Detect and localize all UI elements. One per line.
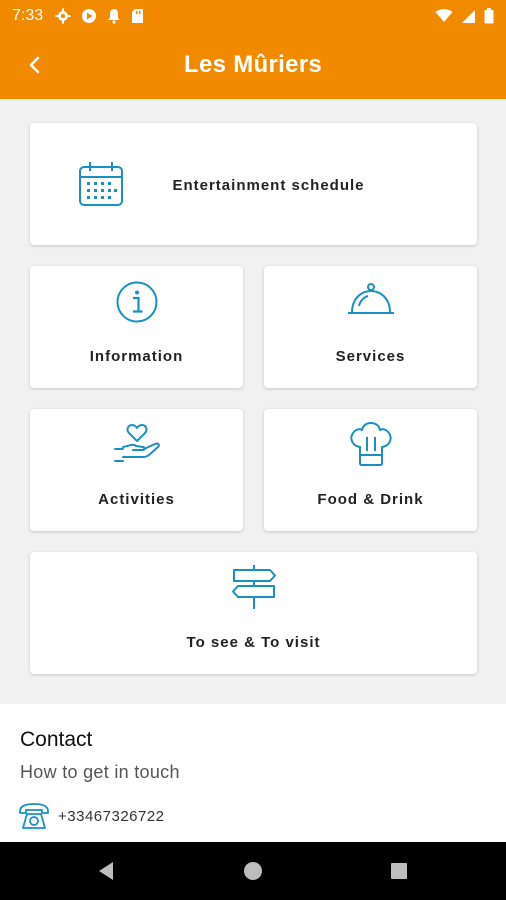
heart-hand-icon [113,424,160,462]
services-label: Services [335,348,406,365]
contact-subtitle: How to get in touch [20,762,180,782]
activities-card[interactable]: Activities [30,409,243,531]
app-bar: Les Mûriers [0,34,506,96]
to-see-to-visit-label: To see & To visit [186,634,321,651]
information-label: Information [89,348,184,365]
settings-gear-icon [55,8,71,24]
phone-link[interactable]: +33467326722 [18,802,165,830]
play-protect-icon [82,9,97,23]
nav-back-button[interactable] [91,856,121,886]
food-drink-card[interactable]: Food & Drink [264,409,477,531]
circle-home-icon [244,862,262,880]
cell-signal-icon [462,9,475,23]
service-bell-icon [347,283,394,314]
nav-home-button[interactable] [238,856,268,886]
to-see-to-visit-card[interactable]: To see & To visit [30,552,477,674]
top-app-bar: 7:33 Les Mûriers [0,0,506,99]
telephone-icon [19,803,49,829]
phone-number: +33467326722 [58,807,165,825]
food-drink-label: Food & Drink [317,491,424,508]
contact-title: Contact [20,728,93,751]
square-recents-icon [391,863,407,879]
activities-label: Activities [98,491,175,508]
sd-card-icon [132,9,144,23]
signpost-icon [231,565,276,609]
entertainment-schedule-card[interactable]: Entertainment schedule [30,123,477,245]
status-time: 7:33 [12,7,44,24]
battery-icon [484,8,494,24]
wifi-icon [435,9,453,22]
contact-section: Contact How to get in touch +33467326722 [0,704,506,842]
status-bar: 7:33 [0,0,506,32]
services-card[interactable]: Services [264,266,477,388]
page-title: Les Mûriers [183,51,323,78]
triangle-back-icon [99,862,113,880]
notification-bell-icon [108,9,121,24]
chef-hat-icon [349,422,392,466]
information-card[interactable]: Information [30,266,243,388]
system-navigation-bar [0,842,506,900]
info-icon [116,281,157,323]
nav-recents-button[interactable] [384,856,414,886]
entertainment-schedule-label: Entertainment schedule [172,177,365,194]
